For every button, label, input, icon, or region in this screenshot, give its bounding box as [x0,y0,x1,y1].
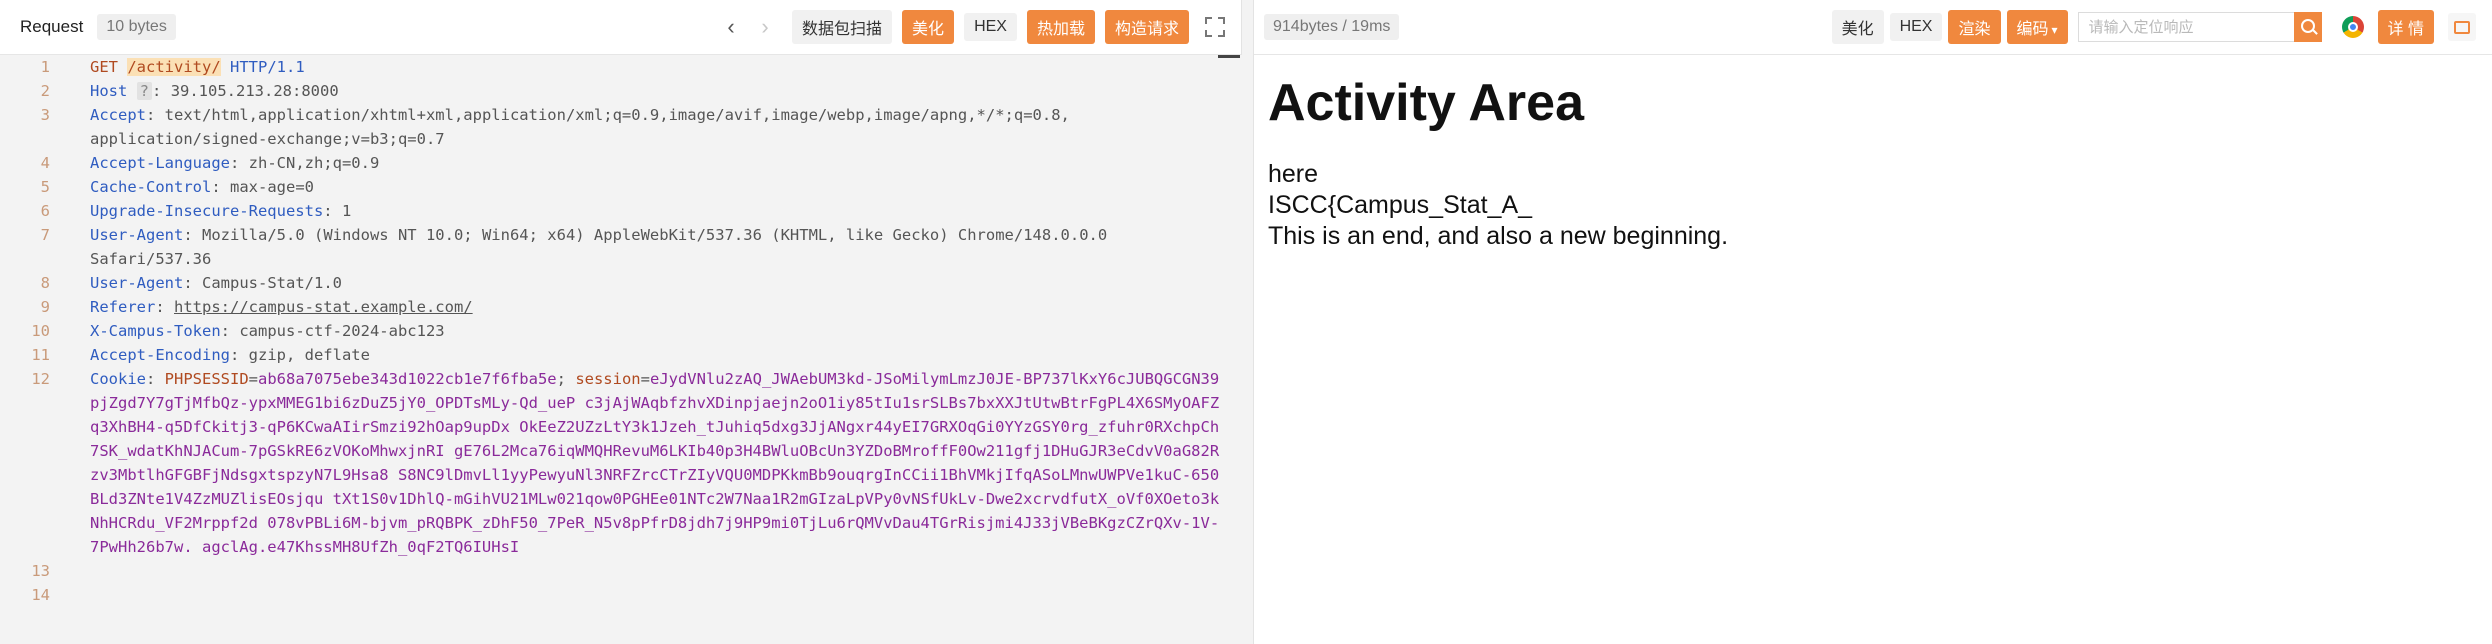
header-value: 39.105.213.28:8000 [170,82,339,100]
code-line: 9 Referer: https://campus-stat.example.c… [0,295,1242,319]
header-key: Cookie [90,370,146,388]
request-toolbar: Request 10 bytes ‹ › 数据包扫描 美化 HEX 热加载 构造… [0,0,1241,55]
help-hint[interactable]: ? [136,82,153,100]
header-key: X-Campus-Token [90,322,221,340]
packet-scan-button[interactable]: 数据包扫描 [792,10,893,44]
header-value: 1 [341,202,352,220]
encoding-label: 编码 [2016,21,2049,38]
construct-request-button[interactable]: 构造请求 [1104,10,1189,44]
header-key: Upgrade-Insecure-Requests [90,202,324,220]
request-beautify-button[interactable]: 美化 [902,10,955,44]
header-key: Host [90,82,128,100]
cookie-value: ab68a7075ebe343d1022cb1e7f6fba5e [258,370,557,388]
request-hex-button[interactable]: HEX [964,13,1017,41]
request-path: /activity/ [127,58,221,76]
header-value: max-age=0 [230,178,314,196]
header-key: Cache-Control [90,178,212,196]
rendered-response: Activity Area here ISCC{Campus_Stat_A_ T… [1254,55,2492,252]
response-toolbar: 914bytes / 19ms 美化 HEX 渲染 编码▾ 详 情 [1254,0,2492,55]
line-number: 3 [40,106,50,124]
code-line: 4 Accept-Language: zh-CN,zh;q=0.9 [0,151,1242,175]
request-title: Request [20,17,84,36]
header-key: Accept [90,106,146,124]
line-number: 11 [31,346,50,364]
header-value: text/html,application/xhtml+xml,applicat… [164,106,1070,124]
code-line: 11 Accept-Encoding: gzip, deflate [0,343,1242,367]
message-icon[interactable] [2448,13,2476,41]
header-value: zh-CN,zh;q=0.9 [248,154,380,172]
pane-splitter[interactable] [1242,0,1254,644]
search-icon[interactable] [2293,12,2322,42]
request-protocol: HTTP/1.1 [230,58,305,76]
header-key: Referer [90,298,156,316]
code-line: 2 Host ?: 39.105.213.28:8000 [0,79,1242,103]
code-line: 1 GET /activity/ HTTP/1.1 [0,55,1242,79]
line-number: 14 [31,586,50,604]
header-value-continued: application/signed-exchange;v=b3;q=0.7 [90,130,445,148]
chrome-icon[interactable] [2341,16,2364,38]
response-search [2077,12,2322,42]
line-number: 9 [40,298,50,316]
response-meta-badge: 914bytes / 19ms [1264,14,1400,40]
expand-icon[interactable] [1205,17,1225,37]
line-number: 13 [31,562,50,580]
header-key: Accept-Language [90,154,230,172]
header-value-continued: Safari/537.36 [90,250,212,268]
scrollbar-indicator [1218,55,1240,58]
cookie-key: session [575,370,641,388]
response-search-input[interactable] [2077,12,2294,42]
page-heading: Activity Area [1268,74,1584,132]
line-number: 10 [31,322,50,340]
line-number: 6 [40,202,50,220]
code-line: 13 [0,559,1242,583]
detail-button[interactable]: 详 情 [2377,10,2434,44]
render-button[interactable]: 渲染 [1948,10,2001,44]
header-value: Campus-Stat/1.0 [202,274,342,292]
code-line: 10 X-Campus-Token: campus-ctf-2024-abc12… [0,319,1242,343]
header-value: gzip, deflate [248,346,370,364]
response-pane: 914bytes / 19ms 美化 HEX 渲染 编码▾ 详 情 Activi… [1254,0,2492,644]
code-line: 12 Cookie: PHPSESSID=ab68a7075ebe343d102… [0,367,1242,559]
encoding-dropdown[interactable]: 编码 ▾ [2006,10,2068,44]
response-flag-text: ISCC{Campus_Stat_A_ [1268,191,1533,219]
response-ending-text: This is an end, and also a new beginning… [1268,222,1729,250]
line-number: 12 [31,370,50,388]
line-number: 1 [40,58,50,76]
request-method: GET [90,58,118,76]
response-hex-button[interactable]: HEX [1889,13,1943,41]
code-line: 3 Accept: text/html,application/xhtml+xm… [0,103,1242,151]
code-line: 5 Cache-Control: max-age=0 [0,175,1242,199]
hot-load-button[interactable]: 热加载 [1026,10,1095,44]
code-line: 14 [0,583,1242,607]
header-value: campus-ctf-2024-abc123 [239,322,445,340]
line-number: 8 [40,274,50,292]
request-pane: Request 10 bytes ‹ › 数据包扫描 美化 HEX 热加载 构造… [0,0,1242,644]
line-number: 5 [40,178,50,196]
cookie-value: eJydVNlu2zAQ_JWAebUM3kd-JSoMilymLmzJ0JE-… [90,370,1220,556]
code-line: 6 Upgrade-Insecure-Requests: 1 [0,199,1242,223]
request-size-badge: 10 bytes [97,14,176,40]
cookie-key: PHPSESSID [164,370,249,388]
caret-down-icon: ▾ [2051,23,2058,37]
header-key: Accept-Encoding [90,346,230,364]
response-text-here: here [1268,160,1319,188]
referer-link[interactable]: https://campus-stat.example.com/ [174,298,473,316]
header-value: Mozilla/5.0 (Windows NT 10.0; Win64; x64… [202,226,1108,244]
chevron-left-icon[interactable]: ‹ [714,16,748,38]
line-number: 4 [40,154,50,172]
code-line: 7 User-Agent: Mozilla/5.0 (Windows NT 10… [0,223,1242,271]
response-beautify-button[interactable]: 美化 [1831,10,1884,44]
code-line: 8 User-Agent: Campus-Stat/1.0 [0,271,1242,295]
header-key: User-Agent [90,226,184,244]
chevron-right-icon[interactable]: › [748,16,782,38]
line-number: 2 [40,82,50,100]
line-number: 7 [40,226,50,244]
request-editor[interactable]: 1 GET /activity/ HTTP/1.1 2 Host ?: 39.1… [0,55,1242,644]
header-key: User-Agent [90,274,184,292]
